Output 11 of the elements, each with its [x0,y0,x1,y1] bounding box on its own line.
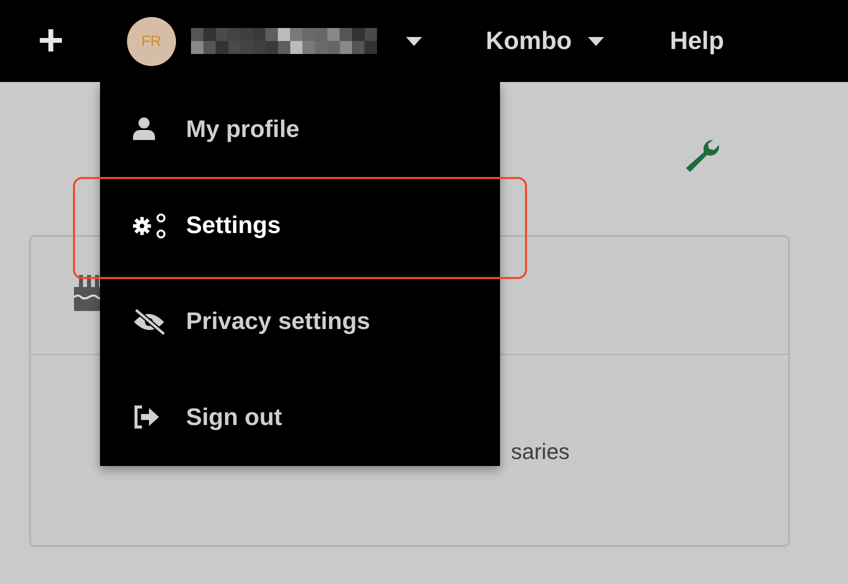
gears-icon [132,212,166,240]
menu-item[interactable]: Privacy settings [100,274,500,370]
caret-icon[interactable] [588,36,604,46]
add-button[interactable]: + [34,19,68,63]
eye-slash-icon [132,308,166,336]
help-link[interactable]: Help [670,26,724,56]
card-text: saries [511,439,570,464]
workspace-menu[interactable]: Kombo [486,26,572,56]
menu-item[interactable]: Sign out [100,370,500,466]
caret-icon[interactable] [406,36,422,46]
menu-item[interactable]: My profile [100,82,500,178]
